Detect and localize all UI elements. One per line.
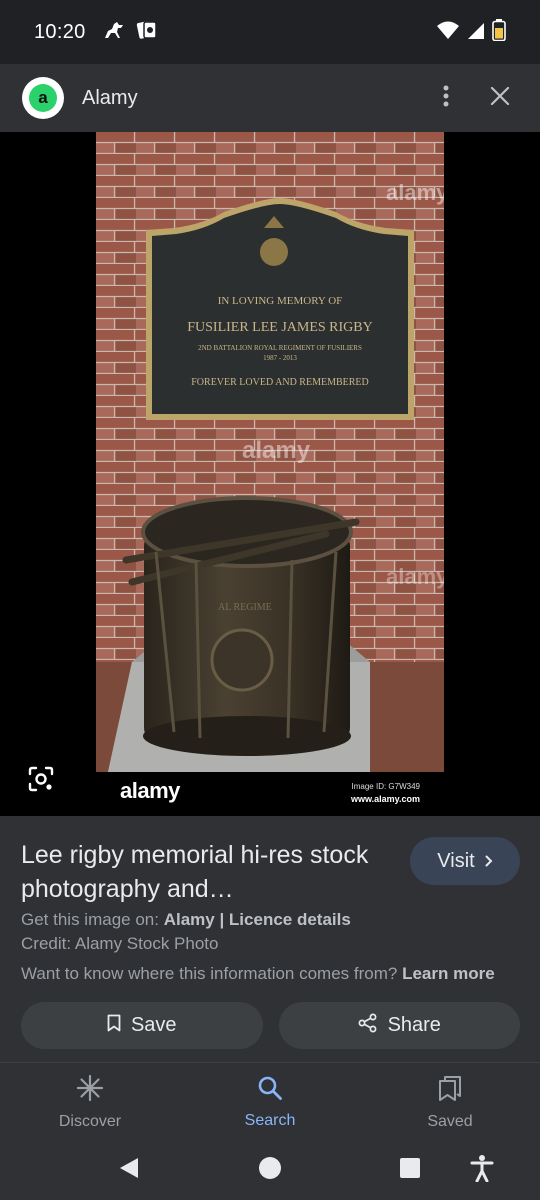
get-image-source-link[interactable]: Alamy [164, 910, 215, 929]
memorial-photo-graphic: IN LOVING MEMORY OF FUSILIER LEE JAMES R… [96, 132, 444, 772]
site-logo-letter: a [29, 84, 57, 112]
site-name[interactable]: Alamy [82, 87, 138, 110]
plaque-line-4: 1987 - 2013 [263, 354, 297, 362]
back-icon[interactable] [118, 1156, 140, 1185]
battery-icon [492, 18, 506, 46]
share-icon [358, 1013, 378, 1039]
save-label: Save [130, 1014, 177, 1036]
source-header: a Alamy [0, 64, 540, 132]
chevron-right-icon [485, 850, 493, 873]
more-vert-icon[interactable] [442, 84, 450, 113]
bottom-navigation: Discover Search Saved [0, 1062, 540, 1142]
status-time: 10:20 [34, 20, 86, 43]
result-title[interactable]: Lee rigby memorial hi-res stock photogra… [21, 838, 391, 906]
system-status-icons [436, 18, 506, 46]
save-button[interactable]: Save [21, 1002, 263, 1049]
visit-button[interactable]: Visit [410, 837, 520, 885]
nav-search[interactable]: Search [180, 1063, 360, 1142]
plaque-line-2: FUSILIER LEE JAMES RIGBY [187, 320, 373, 335]
get-image-prefix: Get this image on: [21, 910, 164, 929]
get-image-line: Get this image on: Alamy | Licence detai… [21, 910, 520, 930]
cards-notification-icon [136, 19, 158, 46]
info-source-line: Want to know where this information come… [21, 964, 520, 984]
nav-saved-label: Saved [427, 1113, 473, 1130]
nav-discover-label: Discover [58, 1113, 122, 1130]
nav-discover[interactable]: Discover [0, 1063, 180, 1142]
watermark-top: alamy [386, 180, 444, 205]
recents-icon[interactable] [400, 1158, 420, 1183]
photo-caption-strip: alamy Image ID: G7W349 www.alamy.com [96, 772, 444, 816]
image-id: Image ID: G7W349 [351, 782, 420, 791]
notification-icons [102, 19, 158, 46]
alamy-footer-logo: alamy [120, 778, 180, 803]
lens-search-icon[interactable] [24, 762, 58, 796]
system-navigation-bar [0, 1142, 540, 1200]
image-viewer[interactable]: IN LOVING MEMORY OF FUSILIER LEE JAMES R… [0, 132, 540, 816]
plaque-line-5: FOREVER LOVED AND REMEMBERED [191, 377, 369, 388]
plaque-line-1: IN LOVING MEMORY OF [218, 295, 343, 307]
watermark-right: alamy [386, 564, 444, 589]
status-bar: 10:20 [0, 0, 540, 64]
site-logo[interactable]: a [22, 77, 64, 119]
bookmark-icon [107, 1014, 121, 1038]
nav-saved[interactable]: Saved [360, 1063, 540, 1142]
close-icon[interactable] [490, 86, 510, 111]
accessibility-icon[interactable] [470, 1154, 494, 1187]
licence-details-link[interactable]: Licence details [229, 910, 351, 929]
home-icon[interactable] [258, 1156, 282, 1185]
search-icon [257, 1075, 283, 1106]
asterisk-icon [76, 1074, 104, 1107]
nav-search-label: Search [244, 1112, 296, 1129]
plaque-line-3: 2ND BATTALION ROYAL REGIMENT OF FUSILIER… [198, 344, 362, 352]
credit-line: Credit: Alamy Stock Photo [21, 934, 219, 953]
share-label: Share [387, 1014, 441, 1036]
memorial-photo[interactable]: IN LOVING MEMORY OF FUSILIER LEE JAMES R… [96, 132, 444, 772]
image-url: www.alamy.com [350, 794, 420, 804]
watermark-middle: alamy [242, 437, 311, 464]
action-row: Save Share [21, 1002, 520, 1049]
image-info-panel: Lee rigby memorial hi-res stock photogra… [0, 816, 540, 1062]
meta-separator: | [214, 910, 229, 929]
info-question: Want to know where this information come… [21, 964, 403, 983]
collections-icon [437, 1074, 463, 1107]
header-actions [442, 84, 510, 113]
drum-text: AL REGIME [218, 602, 272, 613]
horse-notification-icon [102, 20, 126, 45]
share-button[interactable]: Share [278, 1002, 520, 1049]
visit-label: Visit [437, 849, 475, 872]
learn-more-link[interactable]: Learn more [402, 964, 495, 983]
cell-signal-icon [466, 20, 486, 45]
wifi-icon [436, 20, 460, 45]
